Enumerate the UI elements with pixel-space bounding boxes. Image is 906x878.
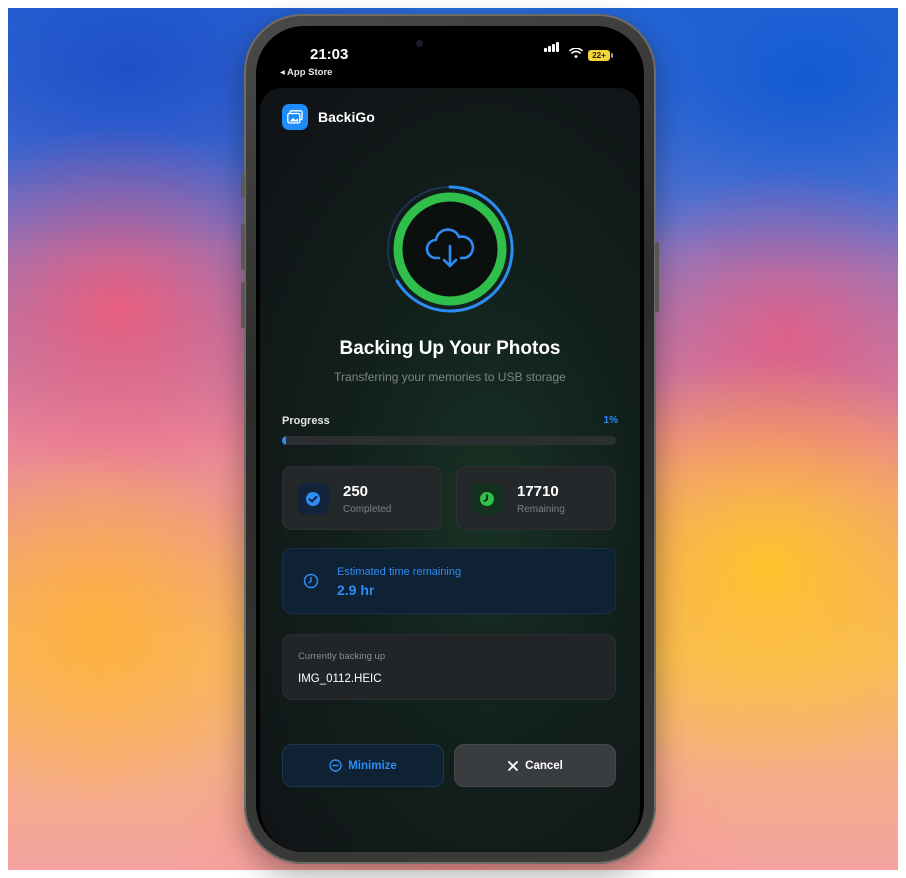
progress-bar (282, 436, 616, 445)
checkmark-circle-icon (297, 483, 329, 515)
status-time: 21:03 (310, 46, 349, 63)
cancel-button-label: Cancel (525, 759, 563, 772)
minus-circle-icon (329, 759, 342, 772)
photos-icon (282, 104, 308, 130)
progress-percent: 1% (603, 415, 618, 426)
eta-card: Estimated time remaining 2.9 hr (282, 548, 616, 614)
progress-label: Progress (282, 415, 330, 427)
completed-count: 250 (343, 483, 369, 500)
minimize-button[interactable]: Minimize (282, 744, 444, 787)
current-file-card: Currently backing up IMG_0112.HEIC (282, 634, 616, 700)
back-to-app-store-link[interactable]: ◂ App Store (280, 67, 332, 78)
app-name: BackiGo (318, 109, 375, 125)
cancel-button[interactable]: Cancel (454, 744, 616, 787)
eta-value: 2.9 hr (337, 582, 375, 598)
phone-frame: 21:03 ◂ App Store 22+ BackiGo Backing Up… (241, 14, 659, 864)
remaining-count: 17710 (517, 483, 559, 500)
current-file-name: IMG_0112.HEIC (298, 673, 382, 685)
minimize-button-label: Minimize (348, 759, 397, 772)
volume-down-button (241, 282, 245, 328)
page-title: Backing Up Your Photos (339, 338, 561, 359)
power-button (655, 242, 659, 312)
remaining-label: Remaining (517, 504, 565, 515)
cloud-download-icon (425, 228, 475, 275)
close-icon (508, 760, 519, 771)
page-subtitle: Transferring your memories to USB storag… (334, 370, 566, 384)
app-header: BackiGo (282, 104, 375, 130)
battery-indicator: 22+ (588, 50, 613, 61)
wifi-icon (568, 47, 584, 62)
notch (378, 26, 522, 58)
volume-up-button (241, 224, 245, 270)
clock-icon (303, 573, 319, 594)
phone-screen: 21:03 ◂ App Store 22+ BackiGo Backing Up… (256, 26, 644, 852)
front-camera (416, 40, 423, 47)
completed-stat-card: 250 Completed (282, 466, 442, 530)
backup-app-panel: BackiGo Backing Up Your Photos Transferr… (260, 88, 640, 852)
progress-bar-fill (282, 436, 286, 445)
remaining-stat-card: 17710 Remaining (456, 466, 616, 530)
backup-progress-ring (385, 184, 515, 314)
status-bar: 21:03 ◂ App Store 22+ (256, 26, 644, 86)
mute-switch (241, 174, 245, 198)
eta-label: Estimated time remaining (337, 566, 462, 578)
completed-label: Completed (343, 504, 392, 515)
clock-icon (471, 483, 503, 515)
current-file-label: Currently backing up (298, 651, 386, 662)
